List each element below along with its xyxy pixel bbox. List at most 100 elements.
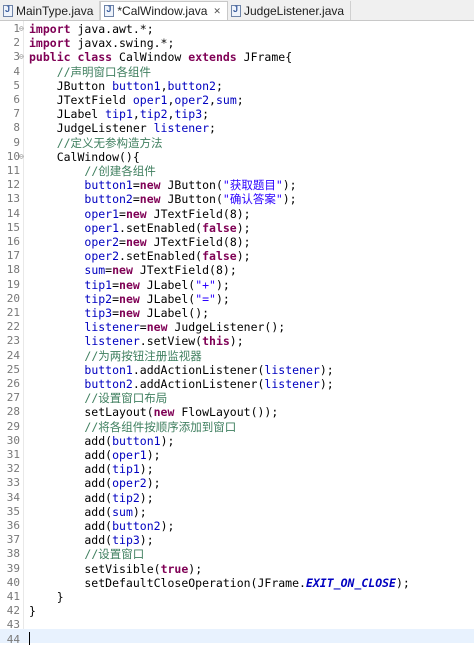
code-line[interactable]: 20 tip2=new JLabel("="); <box>0 292 474 306</box>
line-number: 6 <box>13 93 20 106</box>
field-ref: tip3 <box>112 533 140 548</box>
code-line[interactable]: 19 tip1=new JLabel("+"); <box>0 278 474 292</box>
code-line[interactable]: 27 //设置窗口布局 <box>0 391 474 405</box>
line-number: 17 <box>6 249 20 263</box>
tab-label: *CalWindow.java <box>117 4 208 18</box>
keyword: false <box>202 220 237 235</box>
code-text: ); <box>160 433 175 448</box>
code-line[interactable]: 22 listener=new JudgeListener(); <box>0 320 474 334</box>
code-content: listener=new JudgeListener(); <box>29 320 285 334</box>
code-text: add( <box>29 433 113 448</box>
field-ref: oper1 <box>112 448 147 462</box>
code-line[interactable]: 43 <box>0 618 474 632</box>
code-line[interactable]: 6 JTextField oper1,oper2,sum; <box>0 93 474 107</box>
code-line[interactable]: 4 //声明窗口各组件 <box>0 65 474 79</box>
code-line[interactable]: 29 //将各组件按顺序添加到窗口 <box>0 420 474 434</box>
code-line[interactable]: 1 ⊖ import java.awt.*; <box>0 22 474 36</box>
keyword: new <box>125 235 147 249</box>
code-line[interactable]: 13 button2=new JButton("确认答案"); <box>0 192 474 206</box>
code-line[interactable]: 17 oper2.setEnabled(false); <box>0 249 474 263</box>
code-line[interactable]: 36 add(button2); <box>0 519 474 533</box>
code-text: FlowLayout()); <box>174 405 279 420</box>
code-content: button1=new JButton("获取题目"); <box>29 178 297 193</box>
code-content: add(tip1); <box>29 462 154 477</box>
code-text: ); <box>282 178 297 193</box>
code-content: JButton button1,button2; <box>29 79 223 93</box>
code-line[interactable]: 16 oper2=new JTextField(8); <box>0 235 474 249</box>
code-line[interactable]: 9 //定义无参构造方法 <box>0 136 474 150</box>
code-line[interactable]: 2 import javax.swing.*; <box>0 36 474 50</box>
line-number: 35 <box>6 504 20 518</box>
code-line[interactable]: 11 //创建各组件 <box>0 164 474 178</box>
code-line[interactable]: 25 button1.addActionListener(listener); <box>0 363 474 377</box>
string-literal: "+" <box>195 277 216 292</box>
tab-maintype[interactable]: MainType.java <box>0 1 101 20</box>
code-line[interactable]: 30 add(button1); <box>0 434 474 448</box>
code-line[interactable]: 35 add(sum); <box>0 505 474 519</box>
code-line[interactable]: 32 add(tip1); <box>0 462 474 476</box>
code-line[interactable]: 8 JudgeListener listener; <box>0 121 474 135</box>
code-line[interactable]: 31 add(oper1); <box>0 448 474 462</box>
fold-toggle-icon[interactable]: ⊖ <box>19 22 24 36</box>
keyword: new <box>119 291 140 306</box>
code-content: tip2=new JLabel("="); <box>29 291 229 306</box>
code-text: ); <box>139 462 154 477</box>
line-number: 8 <box>13 121 20 135</box>
code-line[interactable]: 37 add(tip3); <box>0 533 474 547</box>
line-number: 11 <box>6 164 20 177</box>
code-line[interactable]: 28 setLayout(new FlowLayout()); <box>0 405 474 419</box>
code-line[interactable]: 15 oper1.setEnabled(false); <box>0 221 474 235</box>
code-line[interactable]: 44 <box>0 633 474 647</box>
string-literal: "=" <box>195 291 216 306</box>
code-editor[interactable]: 1 ⊖ import java.awt.*; 2 import javax.swing.… <box>0 21 474 646</box>
line-number: 23 <box>6 334 20 348</box>
field-ref: listener <box>153 121 210 136</box>
line-number: 12 <box>6 178 20 192</box>
keyword: new <box>112 263 133 278</box>
code-line[interactable]: 38 //设置窗口 <box>0 547 474 561</box>
code-line[interactable]: 12 button1=new JButton("获取题目"); <box>0 178 474 192</box>
code-line[interactable]: 40 setDefaultCloseOperation(JFrame.EXIT_… <box>0 576 474 590</box>
tab-judgelistener[interactable]: JudgeListener.java <box>228 1 352 20</box>
code-text: JLabel( <box>139 277 196 292</box>
fold-toggle-icon[interactable]: ⊖ <box>19 150 24 164</box>
code-line[interactable]: 42} <box>0 604 474 618</box>
code-line[interactable]: 24 //为两按钮注册监视器 <box>0 349 474 363</box>
code-line[interactable]: 26 button2.addActionListener(listener); <box>0 377 474 391</box>
code-content: add(tip2); <box>29 491 153 505</box>
code-line[interactable]: 34 add(tip2); <box>0 491 474 505</box>
field-ref: button2 <box>167 78 216 93</box>
code-line[interactable]: 3 ⊖ public class CalWindow extends JFrame{ <box>0 50 474 64</box>
code-line[interactable]: 41 } <box>0 590 474 604</box>
code-text: = <box>132 192 140 207</box>
code-text: ; <box>215 78 223 93</box>
code-line[interactable]: 14 oper1=new JTextField(8); <box>0 207 474 221</box>
line-number: 2 <box>13 36 20 50</box>
code-line[interactable]: 10 ⊖ CalWindow(){ <box>0 150 474 164</box>
code-text: setLayout( <box>29 405 154 420</box>
comment: //为两按钮注册监视器 <box>84 348 202 363</box>
field-ref: tip2 <box>139 107 168 122</box>
close-icon[interactable]: ✕ <box>213 6 221 17</box>
code-line[interactable]: 21 tip3=new JLabel(); <box>0 306 474 320</box>
code-line[interactable]: 23 listener.setView(this); <box>0 334 474 348</box>
code-text: ; <box>236 93 244 107</box>
code-line[interactable]: 39 setVisible(true); <box>0 562 474 576</box>
line-number: 3 <box>13 50 20 64</box>
code-text: JLabel( <box>139 291 196 306</box>
field-ref: listener <box>84 320 140 335</box>
code-line[interactable]: 33 add(oper2); <box>0 476 474 490</box>
line-number: 36 <box>6 519 20 532</box>
tab-calwindow[interactable]: *CalWindow.java ✕ <box>100 1 228 20</box>
code-line[interactable]: 7 JLabel tip1,tip2,tip3; <box>0 107 474 121</box>
fold-toggle-icon[interactable]: ⊖ <box>19 50 24 64</box>
code-line[interactable]: 18 sum=new JTextField(8); <box>0 263 474 277</box>
code-line[interactable]: 5 JButton button1,button2; <box>0 79 474 93</box>
line-number: 27 <box>6 391 20 405</box>
